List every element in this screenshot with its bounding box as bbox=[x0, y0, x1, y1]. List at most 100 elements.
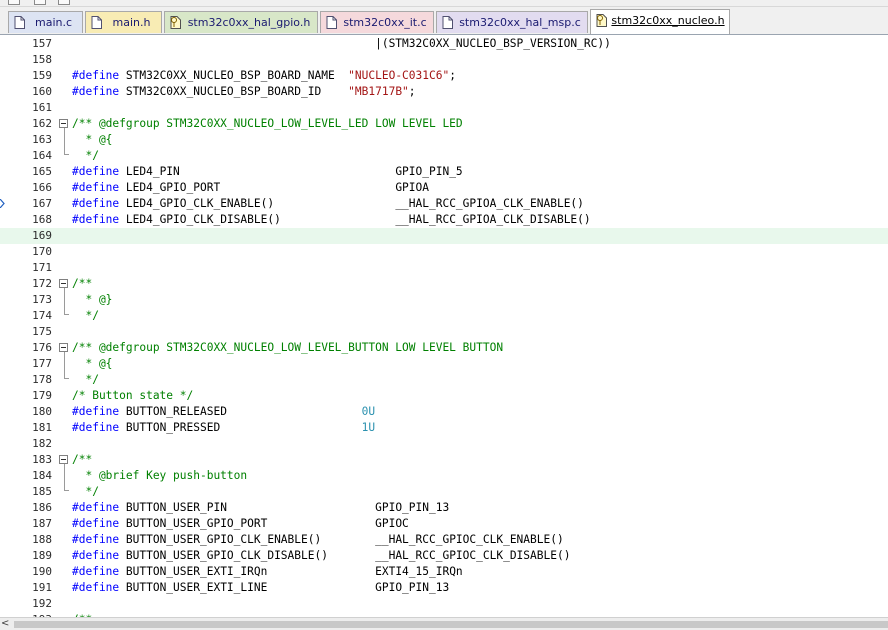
open-file-icon[interactable] bbox=[34, 0, 46, 5]
code-token: /** bbox=[72, 277, 93, 290]
code-token: BUTTON_PRESSED bbox=[119, 421, 362, 434]
code-token: /** @defgroup STM32C0XX_NUCLEO_LOW_LEVEL… bbox=[72, 117, 463, 130]
code-line[interactable]: 170 bbox=[0, 244, 888, 260]
horizontal-scrollbar[interactable]: < bbox=[0, 617, 888, 630]
code-line[interactable]: 189 #define BUTTON_USER_GPIO_CLK_DISABLE(… bbox=[0, 548, 888, 564]
line-number: 166 bbox=[32, 181, 52, 194]
line-number: 159 bbox=[32, 69, 52, 82]
code-token: BUTTON_USER_PIN bbox=[119, 501, 376, 514]
line-number: 160 bbox=[32, 85, 52, 98]
code-token: #define bbox=[72, 69, 120, 82]
code-line[interactable]: 182 bbox=[0, 436, 888, 452]
tab-main-c[interactable]: main.c bbox=[8, 11, 83, 33]
code-token: GPIOA bbox=[395, 181, 429, 194]
code-line[interactable]: 185 */ bbox=[0, 484, 888, 500]
tab-stm32c0xx-it-c[interactable]: stm32c0xx_it.c bbox=[320, 11, 434, 33]
line-number: 164 bbox=[32, 149, 52, 162]
c-file-icon bbox=[14, 16, 25, 29]
line-number: 161 bbox=[32, 101, 52, 114]
code-line[interactable]: 161 bbox=[0, 100, 888, 116]
code-line[interactable]: 186 #define BUTTON_USER_PIN GPIO_PIN_13 bbox=[0, 500, 888, 516]
code-line[interactable]: 159 #define STM32C0XX_NUCLEO_BSP_BOARD_NA… bbox=[0, 68, 888, 84]
line-number: 172 bbox=[32, 277, 52, 290]
code-token: "NUCLEO-C031C6" bbox=[348, 69, 450, 82]
code-line[interactable]: 178 */ bbox=[0, 372, 888, 388]
fold-toggle-icon[interactable] bbox=[59, 455, 68, 464]
fold-guide-end bbox=[64, 378, 69, 379]
code-line[interactable]: 176 /** @defgroup STM32C0XX_NUCLEO_LOW_LE… bbox=[0, 340, 888, 356]
line-number: 192 bbox=[32, 597, 52, 610]
line-number: 165 bbox=[32, 165, 52, 178]
h-file-modified-icon bbox=[170, 16, 181, 29]
code-line[interactable]: 171 bbox=[0, 260, 888, 276]
code-line[interactable]: 190 #define BUTTON_USER_EXTI_IRQn EXTI4_1… bbox=[0, 564, 888, 580]
code-token: #define bbox=[72, 213, 120, 226]
code-line[interactable]: 168 #define LED4_GPIO_CLK_DISABLE() __HAL… bbox=[0, 212, 888, 228]
code-token: #define bbox=[72, 421, 120, 434]
code-line[interactable]: 167 #define LED4_GPIO_CLK_ENABLE() __HAL_… bbox=[0, 196, 888, 212]
code-line[interactable]: 172 /** bbox=[0, 276, 888, 292]
tab-stm32c0xx-nucleo-h[interactable]: stm32c0xx_nucleo.h bbox=[590, 9, 730, 34]
code-editor[interactable]: 193/**192191#define BUTTON_USER_EXTI_LIN… bbox=[0, 35, 888, 617]
code-token: GPIO_PIN_13 bbox=[375, 581, 450, 594]
code-token: #define bbox=[72, 165, 120, 178]
new-file-icon[interactable] bbox=[8, 0, 20, 5]
line-code: */ bbox=[72, 308, 98, 324]
code-line[interactable]: 174 */ bbox=[0, 308, 888, 324]
fold-toggle-icon[interactable] bbox=[59, 279, 68, 288]
tab-stm32c0xx-hal-gpio-h[interactable]: stm32c0xx_hal_gpio.h bbox=[164, 11, 318, 33]
code-line[interactable]: 157 |(STM32C0XX_NUCLEO_BSP_VERSION_RC)) bbox=[0, 36, 888, 52]
code-line[interactable]: 169 bbox=[0, 228, 888, 244]
code-line[interactable]: 177 * @{ bbox=[0, 356, 888, 372]
line-code: #define LED4_GPIO_CLK_ENABLE() __HAL_RCC… bbox=[72, 196, 584, 212]
code-token: #define bbox=[72, 405, 120, 418]
line-number: 191 bbox=[32, 581, 52, 594]
code-line[interactable]: 187 #define BUTTON_USER_GPIO_PORT GPIOC bbox=[0, 516, 888, 532]
line-code: * @{ bbox=[72, 356, 112, 372]
code-line[interactable]: 179 /* Button state */ bbox=[0, 388, 888, 404]
line-code: #define STM32C0XX_NUCLEO_BSP_BOARD_NAME … bbox=[72, 68, 456, 84]
line-number: 176 bbox=[32, 341, 52, 354]
tab-stm32c0xx-hal-msp-c[interactable]: stm32c0xx_hal_msp.c bbox=[436, 11, 588, 33]
scroll-left-arrow[interactable]: < bbox=[1, 618, 9, 630]
code-line[interactable]: 191 #define BUTTON_USER_EXTI_LINE GPIO_PI… bbox=[0, 580, 888, 596]
code-line[interactable]: 162 /** @defgroup STM32C0XX_NUCLEO_LOW_LE… bbox=[0, 116, 888, 132]
scrollbar-thumb[interactable] bbox=[14, 621, 888, 628]
code-token: #define bbox=[72, 501, 120, 514]
tab-main-h[interactable]: main.h bbox=[85, 11, 162, 33]
code-line[interactable]: 164 */ bbox=[0, 148, 888, 164]
code-line[interactable]: 180 #define BUTTON_RELEASED 0U bbox=[0, 404, 888, 420]
code-line[interactable]: 163 * @{ bbox=[0, 132, 888, 148]
fold-toggle-icon[interactable] bbox=[59, 343, 68, 352]
code-line[interactable]: 183 /** bbox=[0, 452, 888, 468]
line-number: 162 bbox=[32, 117, 52, 130]
c-file-icon bbox=[442, 16, 453, 29]
code-line[interactable]: 166 #define LED4_GPIO_PORT GPIOA bbox=[0, 180, 888, 196]
code-token: __HAL_RCC_GPIOC_CLK_DISABLE() bbox=[375, 549, 571, 562]
code-token: */ bbox=[72, 373, 99, 386]
code-line[interactable]: 181 #define BUTTON_PRESSED 1U bbox=[0, 420, 888, 436]
code-line[interactable]: 192 bbox=[0, 596, 888, 612]
code-line[interactable]: 160 #define STM32C0XX_NUCLEO_BSP_BOARD_ID… bbox=[0, 84, 888, 100]
line-number: 185 bbox=[32, 485, 52, 498]
code-line[interactable]: 188 #define BUTTON_USER_GPIO_CLK_ENABLE()… bbox=[0, 532, 888, 548]
code-token: */ bbox=[72, 149, 99, 162]
line-number: 180 bbox=[32, 405, 52, 418]
tab-label: main.h bbox=[112, 16, 151, 29]
line-number: 186 bbox=[32, 501, 52, 514]
line-code: #define BUTTON_USER_EXTI_LINE GPIO_PIN_1… bbox=[72, 580, 449, 596]
code-line[interactable]: 165 #define LED4_PIN GPIO_PIN_5 bbox=[0, 164, 888, 180]
code-line[interactable]: 184 * @brief Key push-button bbox=[0, 468, 888, 484]
editor-tab-bar: main.c main.h stm32c0xx_hal_gpio.h stm32… bbox=[0, 7, 888, 36]
save-file-icon[interactable] bbox=[58, 0, 70, 5]
code-token: LED4_GPIO_CLK_ENABLE() bbox=[119, 197, 396, 210]
code-token: GPIO_PIN_5 bbox=[395, 165, 463, 178]
code-line[interactable]: 173 * @} bbox=[0, 292, 888, 308]
code-line[interactable]: 158 bbox=[0, 52, 888, 68]
code-line[interactable]: 175 bbox=[0, 324, 888, 340]
tab-label: stm32c0xx_hal_msp.c bbox=[459, 16, 581, 29]
line-number: 163 bbox=[32, 133, 52, 146]
code-token: BUTTON_USER_GPIO_PORT bbox=[119, 517, 376, 530]
toolbar-strip bbox=[0, 0, 888, 7]
fold-toggle-icon[interactable] bbox=[59, 119, 68, 128]
